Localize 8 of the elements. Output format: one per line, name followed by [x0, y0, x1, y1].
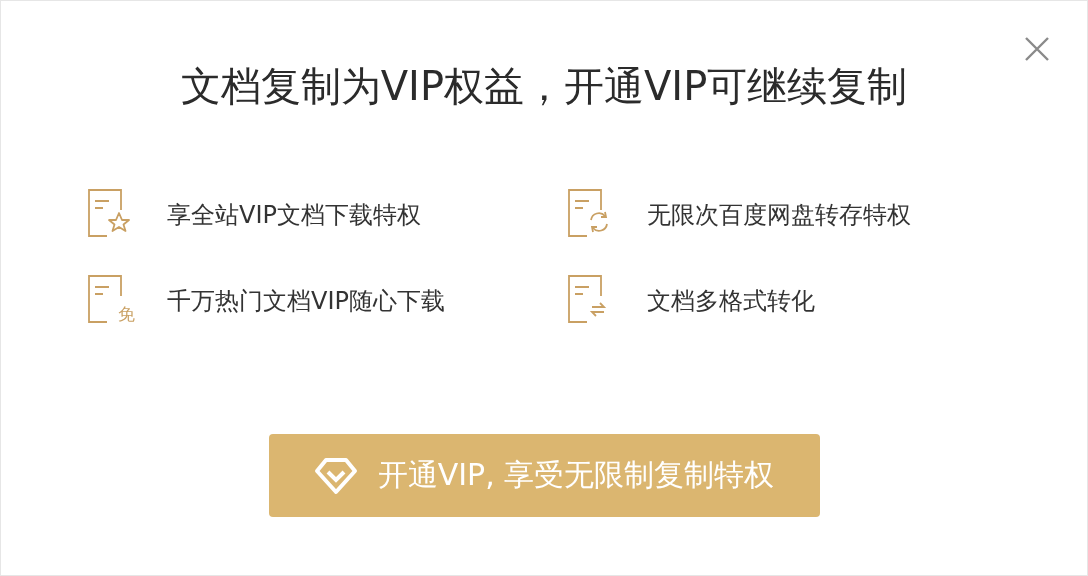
dialog-title: 文档复制为VIP权益，开通VIP可继续复制 [180, 62, 908, 111]
diamond-icon [313, 455, 358, 496]
close-icon[interactable] [1023, 35, 1051, 63]
feature-label: 千万热门文档VIP随心下载 [167, 286, 445, 317]
feature-label: 文档多格式转化 [647, 286, 815, 317]
feature-label: 无限次百度网盘转存特权 [647, 200, 911, 231]
open-vip-button[interactable]: 开通VIP, 享受无限制复制特权 [268, 434, 820, 517]
feature-label: 享全站VIP文档下载特权 [167, 200, 421, 231]
